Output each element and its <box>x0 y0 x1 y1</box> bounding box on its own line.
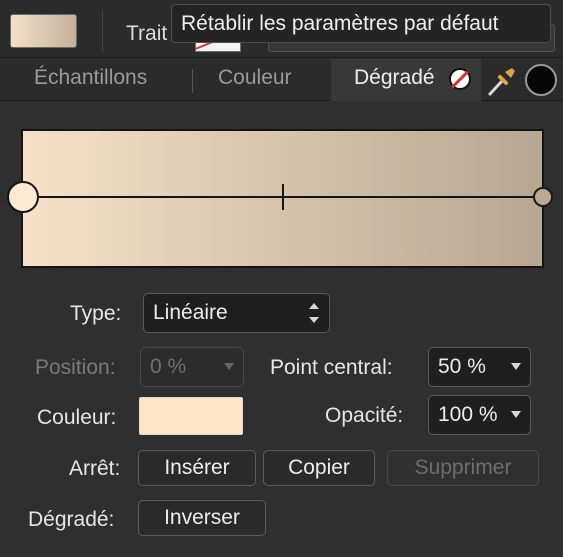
type-select-value: Linéaire <box>153 301 228 324</box>
color-label: Couleur: <box>37 406 117 429</box>
tab-gradient[interactable]: Dégradé <box>354 66 435 90</box>
reset-defaults-tooltip: Rétablir les paramètres par défaut <box>171 4 551 43</box>
gradient-stop-end[interactable] <box>533 187 553 207</box>
tab-color[interactable]: Couleur <box>218 66 292 90</box>
type-label: Type: <box>70 302 122 325</box>
gradient-label: Dégradé: <box>28 508 115 531</box>
toolbar-divider <box>102 10 103 52</box>
no-color-icon[interactable] <box>449 68 471 90</box>
reverse-gradient-button[interactable]: Inverser <box>138 500 266 536</box>
gradient-midpoint-handle[interactable] <box>282 184 284 210</box>
eyedropper-icon[interactable] <box>486 64 518 98</box>
position-field[interactable]: 0 % <box>140 347 244 387</box>
midpoint-field[interactable]: 50 % <box>428 347 531 387</box>
chevron-down-icon <box>511 363 521 370</box>
copy-stop-button[interactable]: Copier <box>263 450 375 486</box>
delete-stop-button[interactable]: Supprimer <box>387 450 539 486</box>
midpoint-value: 50 % <box>438 355 486 378</box>
stroke-label: Trait <box>126 22 168 45</box>
insert-stop-button[interactable]: Insérer <box>138 450 256 486</box>
opacity-label: Opacité: <box>325 404 404 427</box>
opacity-value: 100 % <box>438 403 498 426</box>
gradient-stop-start[interactable] <box>7 181 39 213</box>
up-down-arrows-icon <box>309 303 319 325</box>
stop-label: Arrêt: <box>69 457 121 480</box>
type-select[interactable]: Linéaire <box>143 293 330 333</box>
tab-separator <box>192 69 193 93</box>
opacity-field[interactable]: 100 % <box>428 395 531 435</box>
tab-swatches[interactable]: Échantillons <box>34 66 147 90</box>
color-dot-icon[interactable] <box>525 64 557 96</box>
chevron-down-icon <box>511 411 521 418</box>
chevron-down-icon <box>224 363 234 370</box>
position-value: 0 % <box>150 355 187 378</box>
stop-color-well[interactable] <box>139 397 243 435</box>
midpoint-label: Point central: <box>270 356 393 379</box>
position-label: Position: <box>35 356 116 379</box>
fill-color-swatch[interactable] <box>10 14 77 48</box>
